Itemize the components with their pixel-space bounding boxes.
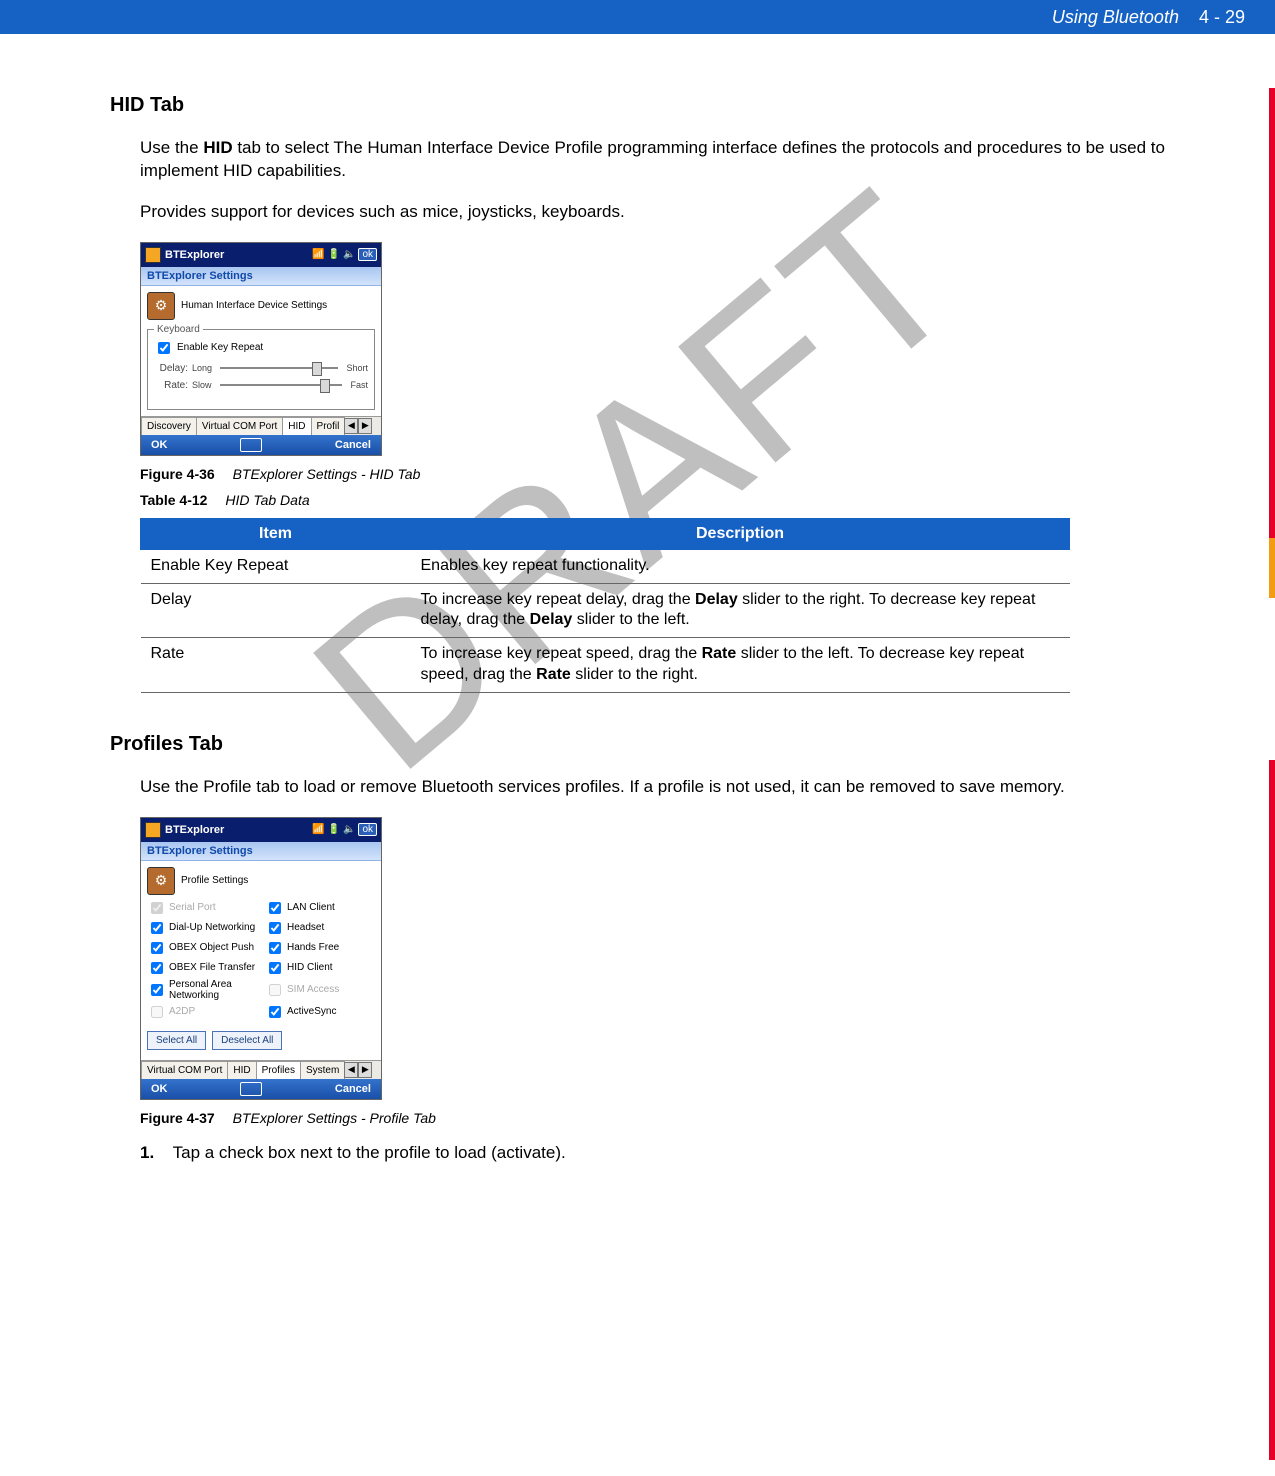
figure-profiles-screenshot: BTExplorer 📶 🔋 🔈 ok BTExplorer Settings …	[140, 817, 382, 1100]
cancel-button[interactable]: Cancel	[335, 439, 371, 451]
tab-strip: Virtual COM Port HID Profiles System ◀ ▶	[141, 1060, 381, 1079]
ok-button[interactable]: OK	[151, 1083, 168, 1095]
window-title: BTExplorer	[165, 824, 224, 836]
chapter-title: Using Bluetooth	[1052, 7, 1179, 28]
app-icon	[145, 822, 161, 838]
soft-key-bar: OK Cancel	[141, 1079, 381, 1099]
delay-slider[interactable]	[220, 367, 338, 369]
signal-icon: 📶	[312, 824, 324, 835]
titlebar-ok-button[interactable]: ok	[358, 248, 377, 261]
table-row: Enable Key Repeat Enables key repeat fun…	[141, 549, 1070, 583]
profile-item: SIM Access	[265, 979, 375, 1001]
speaker-icon: 🔈	[343, 249, 355, 260]
ok-button[interactable]: OK	[151, 439, 168, 451]
battery-icon: 🔋	[328, 249, 340, 260]
profile-list: Serial Port LAN Client Dial-Up Networking H…	[147, 899, 375, 1021]
app-icon	[145, 247, 161, 263]
profile-item[interactable]: Hands Free	[265, 939, 375, 957]
tab-profiles[interactable]: Profiles	[256, 1061, 301, 1079]
profile-item[interactable]: OBEX Object Push	[147, 939, 257, 957]
rate-slider[interactable]	[220, 384, 343, 386]
panel-title: Profile Settings	[181, 875, 248, 886]
window-titlebar: BTExplorer 📶 🔋 🔈 ok	[141, 818, 381, 842]
profile-item[interactable]: LAN Client	[265, 899, 375, 917]
tab-scroll-right-icon[interactable]: ▶	[358, 418, 372, 434]
keyboard-icon[interactable]	[240, 1082, 262, 1096]
figure-4-36-caption: Figure 4-36 BTExplorer Settings - HID Ta…	[140, 466, 1185, 482]
page-number: 4 - 29	[1199, 7, 1245, 28]
figure-hid-screenshot: BTExplorer 📶 🔋 🔈 ok BTExplorer Settings …	[140, 242, 382, 456]
panel-title: Human Interface Device Settings	[181, 300, 327, 311]
table-row: Rate To increase key repeat speed, drag …	[141, 638, 1070, 693]
tab-virtual-com[interactable]: Virtual COM Port	[141, 1061, 228, 1079]
window-title: BTExplorer	[165, 249, 224, 261]
battery-icon: 🔋	[328, 824, 340, 835]
step-1: 1. Tap a check box next to the profile t…	[140, 1143, 1185, 1163]
tab-scroll-right-icon[interactable]: ▶	[358, 1062, 372, 1078]
profile-item[interactable]: OBEX File Transfer	[147, 959, 257, 977]
tab-hid[interactable]: HID	[227, 1061, 256, 1079]
speaker-icon: 🔈	[343, 824, 355, 835]
profile-item[interactable]: HID Client	[265, 959, 375, 977]
keyboard-icon[interactable]	[240, 438, 262, 452]
hid-paragraph-1: Use the HID tab to select The Human Inte…	[140, 137, 1185, 183]
profile-item[interactable]: Personal Area Networking	[147, 979, 257, 1001]
profile-item: A2DP	[147, 1003, 257, 1021]
profile-item: Serial Port	[147, 899, 257, 917]
window-titlebar: BTExplorer 📶 🔋 🔈 ok	[141, 243, 381, 267]
table-row: Delay To increase key repeat delay, drag…	[141, 583, 1070, 638]
profiles-tab-heading: Profiles Tab	[110, 733, 1185, 756]
window-subtitle: BTExplorer Settings	[141, 267, 381, 286]
delay-label: Delay:	[154, 363, 188, 374]
col-description: Description	[411, 518, 1070, 549]
profile-item[interactable]: ActiveSync	[265, 1003, 375, 1021]
profiles-paragraph-1: Use the Profile tab to load or remove Bl…	[140, 776, 1185, 799]
hid-tab-heading: HID Tab	[110, 94, 1185, 117]
tab-profiles[interactable]: Profil	[311, 417, 346, 435]
tab-strip: Discovery Virtual COM Port HID Profil ◀ …	[141, 416, 381, 435]
rate-label: Rate:	[154, 380, 188, 391]
window-subtitle: BTExplorer Settings	[141, 842, 381, 861]
tab-scroll-left-icon[interactable]: ◀	[344, 418, 358, 434]
profile-item[interactable]: Headset	[265, 919, 375, 937]
tab-hid[interactable]: HID	[282, 417, 311, 435]
enable-key-repeat-checkbox[interactable]: Enable Key Repeat	[154, 339, 368, 357]
tab-system[interactable]: System	[300, 1061, 345, 1079]
gear-icon: ⚙	[147, 292, 175, 320]
keyboard-fieldset: Keyboard Enable Key Repeat Delay: Long S…	[147, 324, 375, 410]
col-item: Item	[141, 518, 411, 549]
signal-icon: 📶	[312, 249, 324, 260]
tab-virtual-com[interactable]: Virtual COM Port	[196, 417, 283, 435]
gear-icon: ⚙	[147, 867, 175, 895]
deselect-all-button[interactable]: Deselect All	[212, 1031, 282, 1050]
hid-paragraph-2: Provides support for devices such as mic…	[140, 201, 1185, 224]
hid-data-table: Item Description Enable Key Repeat Enabl…	[140, 518, 1070, 693]
page-header: Using Bluetooth 4 - 29	[0, 0, 1275, 34]
profile-item[interactable]: Dial-Up Networking	[147, 919, 257, 937]
select-all-button[interactable]: Select All	[147, 1031, 206, 1050]
table-4-12-caption: Table 4-12 HID Tab Data	[140, 492, 1185, 508]
titlebar-ok-button[interactable]: ok	[358, 823, 377, 836]
figure-4-37-caption: Figure 4-37 BTExplorer Settings - Profil…	[140, 1110, 1185, 1126]
soft-key-bar: OK Cancel	[141, 435, 381, 455]
tab-discovery[interactable]: Discovery	[141, 417, 197, 435]
tab-scroll-left-icon[interactable]: ◀	[344, 1062, 358, 1078]
cancel-button[interactable]: Cancel	[335, 1083, 371, 1095]
